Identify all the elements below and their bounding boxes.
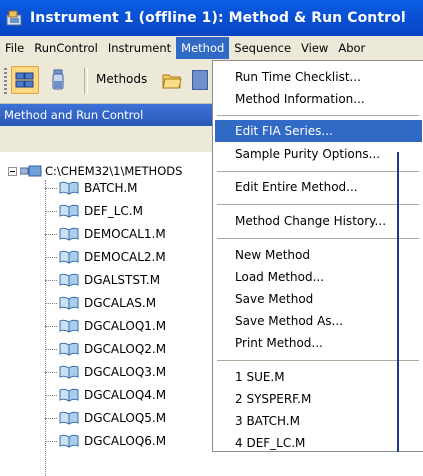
menu-sequence[interactable]: Sequence bbox=[229, 37, 296, 59]
menu-item-print-method[interactable]: Print Method... bbox=[215, 332, 422, 354]
menu-item-edit-entire-method[interactable]: Edit Entire Method... bbox=[215, 176, 422, 198]
menu-item-edit-fia-series[interactable]: Edit FIA Series... bbox=[215, 120, 422, 142]
method-book-icon bbox=[59, 227, 79, 241]
menu-separator bbox=[217, 115, 419, 116]
method-book-icon bbox=[59, 273, 79, 287]
menu-item-recent-4[interactable]: 4 DEF_LC.M bbox=[215, 432, 422, 454]
panel-toolbar-strip bbox=[0, 126, 214, 153]
menu-separator bbox=[217, 171, 419, 172]
menu-item-run-time-checklist[interactable]: Run Time Checklist... bbox=[215, 66, 422, 88]
toolbar-separator bbox=[84, 68, 88, 94]
method-book-icon bbox=[59, 365, 79, 379]
tree-item-dgcaloq2[interactable]: DGCALOQ2.M bbox=[45, 339, 166, 359]
method-book-icon bbox=[59, 204, 79, 218]
instrument-app-icon bbox=[6, 10, 22, 26]
tree-item-democal1[interactable]: DEMOCAL1.M bbox=[45, 224, 166, 244]
menu-view[interactable]: View bbox=[296, 37, 333, 59]
tree-item-label: DGCALAS.M bbox=[84, 296, 157, 310]
method-book-icon bbox=[59, 296, 79, 310]
tree-item-label: DGALSTST.M bbox=[84, 273, 161, 287]
menu-item-recent-3[interactable]: 3 BATCH.M bbox=[215, 410, 422, 432]
tree-item-democal2[interactable]: DEMOCAL2.M bbox=[45, 247, 166, 267]
tree-item-dgcaloq1[interactable]: DGCALOQ1.M bbox=[45, 316, 166, 336]
tree-item-dgcaloq5[interactable]: DGCALOQ5.M bbox=[45, 408, 166, 428]
tree-item-batch[interactable]: BATCH.M bbox=[45, 178, 138, 198]
tree-item-dgcaloq4[interactable]: DGCALOQ4.M bbox=[45, 385, 166, 405]
menu-instrument[interactable]: Instrument bbox=[103, 37, 176, 59]
method-book-icon bbox=[59, 181, 79, 195]
tree-item-dgalstst[interactable]: DGALSTST.M bbox=[45, 270, 160, 290]
open-method-button[interactable] bbox=[158, 66, 186, 94]
menu-item-sample-purity-options[interactable]: Sample Purity Options... bbox=[215, 143, 422, 165]
tree-item-label: DGCALOQ3.M bbox=[84, 365, 167, 379]
sample-vial-button[interactable] bbox=[44, 66, 72, 94]
tree-item-dgcalas[interactable]: DGCALAS.M bbox=[45, 293, 156, 313]
tree-item-label: DEMOCAL1.M bbox=[84, 227, 166, 241]
method-menu: Run Time Checklist... Method Information… bbox=[212, 60, 423, 452]
tree-root-label: C:\CHEM32\1\METHODS bbox=[45, 164, 183, 178]
menu-item-method-information[interactable]: Method Information... bbox=[215, 88, 422, 110]
open-folder-icon bbox=[162, 74, 182, 89]
save-method-button[interactable] bbox=[192, 70, 208, 90]
menu-item-recent-1[interactable]: 1 SUE.M bbox=[215, 366, 422, 388]
toolbar-grip[interactable] bbox=[4, 68, 7, 94]
menu-bar: File RunControl Instrument Method Sequen… bbox=[0, 36, 423, 60]
methods-label: Methods bbox=[96, 72, 148, 86]
method-book-icon bbox=[59, 388, 79, 402]
tree-item-label: DGCALOQ5.M bbox=[84, 411, 167, 425]
title-bar: Instrument 1 (offline 1): Method & Run C… bbox=[0, 0, 423, 36]
drive-folder-icon bbox=[20, 165, 42, 177]
menu-item-save-method-as[interactable]: Save Method As... bbox=[215, 310, 422, 332]
menu-item-method-change-history[interactable]: Method Change History... bbox=[215, 210, 422, 232]
menu-runcontrol[interactable]: RunControl bbox=[29, 37, 103, 59]
menu-file[interactable]: File bbox=[0, 37, 29, 59]
method-book-icon bbox=[59, 250, 79, 264]
menu-separator bbox=[217, 360, 419, 361]
collapse-icon[interactable] bbox=[8, 166, 17, 176]
tree-item-label: DGCALOQ1.M bbox=[84, 319, 167, 333]
tree-item-label: BATCH.M bbox=[84, 181, 138, 195]
annotation-line bbox=[397, 152, 399, 452]
menu-method[interactable]: Method bbox=[176, 37, 230, 59]
menu-separator bbox=[217, 238, 419, 239]
menu-item-save-method[interactable]: Save Method bbox=[215, 288, 422, 310]
tree-item-def-lc[interactable]: DEF_LC.M bbox=[45, 201, 143, 221]
tree-item-label: DEMOCAL2.M bbox=[84, 250, 166, 264]
tree-item-dgcaloq3[interactable]: DGCALOQ3.M bbox=[45, 362, 166, 382]
window-title: Instrument 1 (offline 1): Method & Run C… bbox=[30, 10, 406, 26]
menu-abort[interactable]: Abor bbox=[333, 37, 370, 59]
vial-icon bbox=[52, 69, 64, 90]
menu-separator bbox=[217, 204, 419, 205]
tree-item-dgcaloq6[interactable]: DGCALOQ6.M bbox=[45, 431, 166, 451]
method-book-icon bbox=[59, 342, 79, 356]
menu-item-new-method[interactable]: New Method bbox=[215, 244, 422, 266]
menu-item-recent-2[interactable]: 2 SYSPERF.M bbox=[215, 388, 422, 410]
method-book-icon bbox=[59, 434, 79, 448]
menu-item-load-method[interactable]: Load Method... bbox=[215, 266, 422, 288]
method-view-button[interactable] bbox=[11, 66, 39, 94]
tree-item-label: DGCALOQ2.M bbox=[84, 342, 167, 356]
tree-item-label: DGCALOQ6.M bbox=[84, 434, 167, 448]
tree-item-label: DEF_LC.M bbox=[84, 204, 143, 218]
method-tree: C:\CHEM32\1\METHODS BATCH.M DEF_LC.M DEM… bbox=[0, 152, 214, 476]
method-book-icon bbox=[59, 411, 79, 425]
panel-title: Method and Run Control bbox=[0, 104, 214, 126]
tree-item-label: DGCALOQ4.M bbox=[84, 388, 167, 402]
method-view-icon bbox=[15, 72, 34, 88]
method-book-icon bbox=[59, 319, 79, 333]
